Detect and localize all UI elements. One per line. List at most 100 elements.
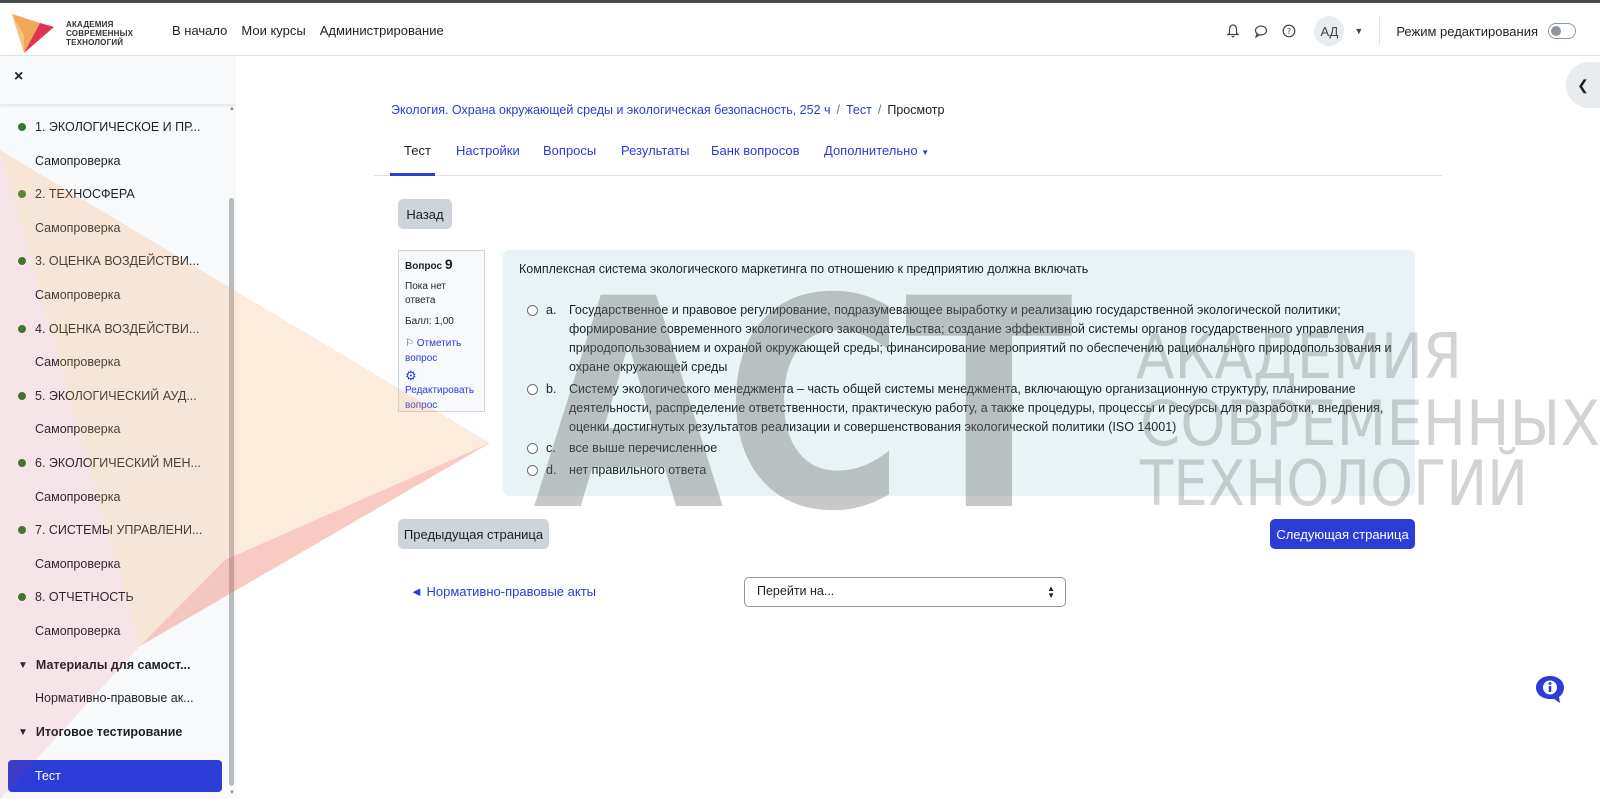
edit-question-link[interactable]: ⚙ Редактировать вопрос [405,368,478,413]
chevron-down-icon[interactable]: ▼ [18,727,28,738]
sidebar-section-6[interactable]: 6. ЭКОЛОГИЧЕСКИЙ МЕН... [0,446,226,480]
chevron-down-icon[interactable]: ▼ [18,660,28,671]
scroll-down-icon[interactable]: ▼ [229,790,235,796]
sidebar-item-regulations[interactable]: Нормативно-правовые ак... [0,681,226,715]
sidebar-section-2[interactable]: 2. ТЕХНОСФЕРА [0,177,226,211]
question-status: Пока нет ответа [405,281,447,306]
select-arrows-icon: ▲ ▼ [1047,584,1055,600]
next-page-button[interactable]: Следующая страница [1270,519,1415,549]
question-content: Комплексная система экологического марке… [503,250,1415,496]
close-drawer-icon[interactable]: × [14,68,23,86]
question-number-label: Вопрос [405,261,443,272]
edit-mode-toggle[interactable] [1548,23,1576,39]
tab-questions[interactable]: Вопросы [543,143,596,158]
back-button[interactable]: Назад [398,199,452,229]
svg-text:?: ? [1287,27,1291,36]
sidebar-section-5[interactable]: 5. ЭКОЛОГИЧЕСКИЙ АУД... [0,379,226,413]
completion-dot-icon [18,459,26,467]
chat-icon[interactable] [1252,22,1270,40]
active-tab-indicator [390,173,435,176]
sidebar-item-selfcheck[interactable]: Самопроверка [0,412,226,446]
jump-to-select-value: Перейти на... [757,584,835,598]
chevron-left-icon: ❮ [1577,76,1589,93]
answer-letter: c. [546,441,556,455]
completion-dot-icon [18,190,26,198]
sidebar-item-selfcheck[interactable]: Самопроверка [0,547,226,581]
jump-to-select[interactable]: Перейти на... ▲ ▼ [744,577,1066,607]
answer-text: все выше перечисленное [569,441,718,455]
sidebar-item-selfcheck[interactable]: Самопроверка [0,480,226,514]
sidebar-section-1[interactable]: 1. ЭКОЛОГИЧЕСКОЕ И ПР... [0,110,226,144]
radio-button[interactable] [527,443,538,454]
user-menu-area: ? АД ▼ Режим редактирования [1224,16,1576,46]
breadcrumb-test[interactable]: Тест [846,103,872,117]
sidebar-item-label: Тест [35,769,61,783]
tab-question-bank[interactable]: Банк вопросов [711,143,800,158]
radio-button[interactable] [527,465,538,476]
sidebar-section-4[interactable]: 4. ОЦЕНКА ВОЗДЕЙСТВИ... [0,312,226,346]
nav-home[interactable]: В начало [172,23,227,38]
edit-question-label: Редактировать вопрос [405,385,475,411]
chevron-down-icon[interactable]: ▼ [1354,26,1363,36]
sidebar-section-8[interactable]: 8. ОТЧЕТНОСТЬ [0,580,226,614]
answer-option-b[interactable]: b. Систему экологического менеджмента – ч… [527,380,1399,437]
answer-letter: b. [546,382,557,396]
sidebar-item-label: Самопроверка [35,154,121,168]
gear-icon: ⚙ [405,368,417,383]
help-icon[interactable]: ? [1280,22,1298,40]
completion-dot-icon [18,257,26,265]
sidebar-item-label: Итоговое тестирование [35,725,183,739]
drawer-scrollbar[interactable] [229,198,234,786]
tab-settings[interactable]: Настройки [456,143,520,158]
sidebar-item-selfcheck[interactable]: Самопроверка [0,144,226,178]
answer-option-d[interactable]: d. нет правильного ответа [527,461,1399,480]
sidebar-item-label: 3. ОЦЕНКА ВОЗДЕЙСТВИ... [35,254,200,268]
bell-icon[interactable] [1224,22,1242,40]
sidebar-item-label: Самопроверка [35,355,121,369]
breadcrumb-separator: / [877,103,882,117]
sidebar-item-label: Самопроверка [35,288,121,302]
radio-button[interactable] [527,384,538,395]
brand-logo[interactable]: АКАДЕМИЯ СОВРЕМЕННЫХ ТЕХНОЛОГИЙ [10,11,140,53]
nav-administration[interactable]: Администрирование [320,23,444,38]
breadcrumb: Экология. Охрана окружающей среды и экол… [391,103,944,117]
sidebar-item-label: 4. ОЦЕНКА ВОЗДЕЙСТВИ... [35,322,200,336]
question-number: Вопрос 9 [405,257,478,274]
sidebar-section-3[interactable]: 3. ОЦЕНКА ВОЗДЕЙСТВИ... [0,244,226,278]
previous-activity-link[interactable]: ◄ Нормативно-правовые акты [410,584,596,599]
tab-test[interactable]: Тест [404,143,431,158]
answer-option-a[interactable]: a. Государственное и правовое регулирован… [527,301,1399,377]
scroll-up-icon[interactable]: ▲ [229,106,235,112]
sidebar-group-final-testing[interactable]: ▼ Итоговое тестирование [0,715,226,749]
tab-results[interactable]: Результаты [621,143,689,158]
navbar-divider [1379,17,1381,45]
sidebar-item-selfcheck[interactable]: Самопроверка [0,278,226,312]
user-avatar[interactable]: АД [1314,16,1345,46]
sidebar-item-label: 2. ТЕХНОСФЕРА [35,187,135,201]
question-number-value: 9 [444,256,453,272]
previous-page-button[interactable]: Предыдущая страница [398,519,549,549]
flag-question-label: Отметить вопрос [405,338,462,364]
help-chat-icon[interactable] [1535,674,1565,704]
block-drawer-toggle[interactable]: ❮ [1566,62,1600,108]
question-score: Балл: 1,00 [405,316,454,327]
question-text: Комплексная система экологического марке… [519,262,1089,276]
flag-question-link[interactable]: ⚐ Отметить вопрос [405,336,478,366]
top-navbar: АКАДЕМИЯ СОВРЕМЕННЫХ ТЕХНОЛОГИЙ В начало… [0,0,1600,56]
breadcrumb-course[interactable]: Экология. Охрана окружающей среды и экол… [391,103,831,117]
tab-more[interactable]: Дополнительно ▼ [824,143,929,158]
sidebar-section-7[interactable]: 7. СИСТЕМЫ УПРАВЛЕНИ... [0,513,226,547]
sidebar-item-selfcheck[interactable]: Самопроверка [0,345,226,379]
sidebar-group-materials[interactable]: ▼ Материалы для самост... [0,648,226,682]
sidebar-item-selfcheck[interactable]: Самопроверка [0,211,226,245]
course-index-drawer: × ▲ ▼ 1. ЭКОЛОГИЧЕСКОЕ И ПР... Самопрове… [0,56,236,799]
radio-button[interactable] [527,305,538,316]
sidebar-item-label: Материалы для самост... [35,658,191,672]
answer-text: Систему экологического менеджмента – час… [569,382,1384,434]
sidebar-item-label: 7. СИСТЕМЫ УПРАВЛЕНИ... [35,523,203,537]
sidebar-item-test-active[interactable]: Тест [8,760,222,792]
answer-option-c[interactable]: c. все выше перечисленное [527,439,1399,458]
nav-my-courses[interactable]: Мои курсы [241,23,305,38]
completion-dot-icon [18,392,26,400]
sidebar-item-selfcheck[interactable]: Самопроверка [0,614,226,648]
